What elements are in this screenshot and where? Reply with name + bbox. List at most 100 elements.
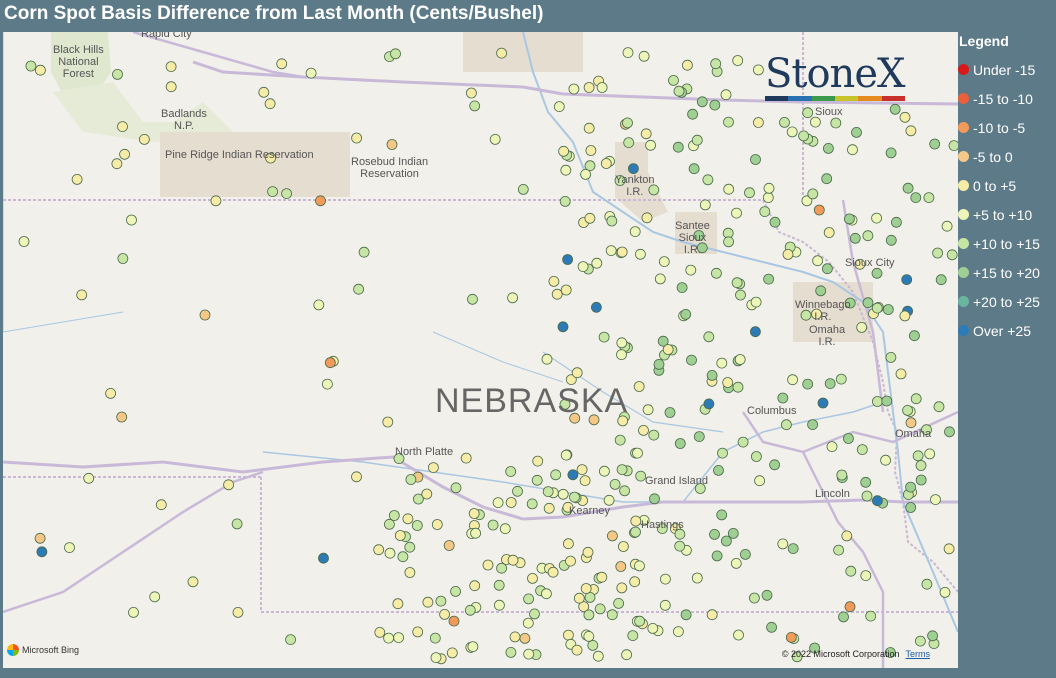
basis-point[interactable] xyxy=(750,296,762,308)
basis-point[interactable] xyxy=(702,174,714,186)
basis-point[interactable] xyxy=(583,631,595,642)
basis-point[interactable] xyxy=(448,615,460,627)
basis-point[interactable] xyxy=(941,220,953,232)
basis-point[interactable] xyxy=(632,447,643,459)
basis-point[interactable] xyxy=(943,543,955,555)
basis-point[interactable] xyxy=(722,377,734,388)
basis-point[interactable] xyxy=(905,502,917,513)
basis-point[interactable] xyxy=(388,510,400,521)
basis-point[interactable] xyxy=(165,61,177,72)
basis-point[interactable] xyxy=(562,254,573,265)
basis-point[interactable] xyxy=(647,623,659,634)
basis-point[interactable] xyxy=(638,50,650,62)
basis-point[interactable] xyxy=(838,611,849,623)
basis-point[interactable] xyxy=(584,592,596,603)
basis-point[interactable] xyxy=(761,589,773,601)
basis-point[interactable] xyxy=(411,520,423,531)
basis-point[interactable] xyxy=(923,192,935,204)
basis-point[interactable] xyxy=(645,139,656,151)
basis-point[interactable] xyxy=(939,587,951,598)
basis-point[interactable] xyxy=(871,212,882,224)
basis-point[interactable] xyxy=(915,635,926,647)
basis-point[interactable] xyxy=(723,183,735,195)
basis-point[interactable] xyxy=(592,650,604,662)
basis-point[interactable] xyxy=(910,192,922,204)
basis-point[interactable] xyxy=(25,60,37,72)
basis-point[interactable] xyxy=(628,163,639,175)
basis-point[interactable] xyxy=(749,592,760,604)
basis-point[interactable] xyxy=(603,494,615,506)
basis-point[interactable] xyxy=(691,572,703,584)
basis-point[interactable] xyxy=(439,609,451,620)
basis-point[interactable] xyxy=(817,397,829,409)
basis-point[interactable] xyxy=(569,491,580,503)
basis-point[interactable] xyxy=(732,381,744,393)
basis-point[interactable] xyxy=(673,85,685,97)
basis-point[interactable] xyxy=(467,641,479,652)
basis-point[interactable] xyxy=(231,518,243,530)
basis-point[interactable] xyxy=(872,396,883,407)
basis-point[interactable] xyxy=(591,301,602,313)
basis-point[interactable] xyxy=(594,603,606,615)
basis-point[interactable] xyxy=(813,204,825,216)
basis-point[interactable] xyxy=(709,528,720,540)
basis-point[interactable] xyxy=(688,163,700,175)
basis-point[interactable] xyxy=(802,378,814,390)
basis-point[interactable] xyxy=(616,246,628,258)
basis-point[interactable] xyxy=(915,474,927,486)
basis-point[interactable] xyxy=(565,555,576,567)
basis-point[interactable] xyxy=(865,610,877,622)
legend-item[interactable]: -10 to -5 xyxy=(958,113,1056,142)
basis-point[interactable] xyxy=(856,444,868,456)
basis-point[interactable] xyxy=(499,523,511,535)
basis-point[interactable] xyxy=(723,116,734,128)
basis-point[interactable] xyxy=(841,530,853,542)
basis-point[interactable] xyxy=(165,81,177,93)
basis-point[interactable] xyxy=(34,532,46,544)
basis-point[interactable] xyxy=(264,98,276,110)
basis-point[interactable] xyxy=(460,452,472,464)
basis-point[interactable] xyxy=(596,82,608,93)
basis-point[interactable] xyxy=(394,530,406,541)
basis-point[interactable] xyxy=(512,485,523,497)
basis-point[interactable] xyxy=(777,392,789,404)
basis-point[interactable] xyxy=(614,434,626,446)
basis-point[interactable] xyxy=(523,648,535,660)
basis-point[interactable] xyxy=(638,424,649,436)
basis-point[interactable] xyxy=(470,527,482,539)
basis-point[interactable] xyxy=(905,125,917,137)
basis-point[interactable] xyxy=(583,122,595,134)
basis-point[interactable] xyxy=(526,498,538,510)
basis-point[interactable] xyxy=(402,513,414,525)
basis-point[interactable] xyxy=(862,297,874,309)
basis-point[interactable] xyxy=(634,560,645,572)
basis-point[interactable] xyxy=(835,373,847,385)
basis-point[interactable] xyxy=(731,207,742,219)
basis-point[interactable] xyxy=(551,288,563,300)
basis-point[interactable] xyxy=(600,158,612,169)
basis-point[interactable] xyxy=(703,398,715,410)
basis-point[interactable] xyxy=(844,601,856,613)
basis-point[interactable] xyxy=(872,495,883,507)
basis-point[interactable] xyxy=(305,67,317,79)
legend-item[interactable]: +5 to +10 xyxy=(958,200,1056,229)
basis-point[interactable] xyxy=(713,464,724,476)
basis-point[interactable] xyxy=(798,130,809,142)
basis-point[interactable] xyxy=(851,127,862,138)
basis-point[interactable] xyxy=(422,596,434,608)
basis-point[interactable] xyxy=(427,462,439,474)
basis-point[interactable] xyxy=(431,519,443,530)
basis-point[interactable] xyxy=(105,387,116,399)
basis-point[interactable] xyxy=(664,407,676,418)
basis-point[interactable] xyxy=(383,518,395,530)
basis-point[interactable] xyxy=(505,497,517,508)
basis-point[interactable] xyxy=(763,182,775,194)
basis-point[interactable] xyxy=(429,632,441,644)
legend-item[interactable]: +10 to +15 xyxy=(958,229,1056,258)
basis-point[interactable] xyxy=(450,586,462,597)
basis-point[interactable] xyxy=(577,261,589,273)
basis-point[interactable] xyxy=(404,541,416,553)
basis-point[interactable] xyxy=(786,126,798,138)
basis-point[interactable] xyxy=(496,47,508,59)
basis-point[interactable] xyxy=(616,464,628,476)
